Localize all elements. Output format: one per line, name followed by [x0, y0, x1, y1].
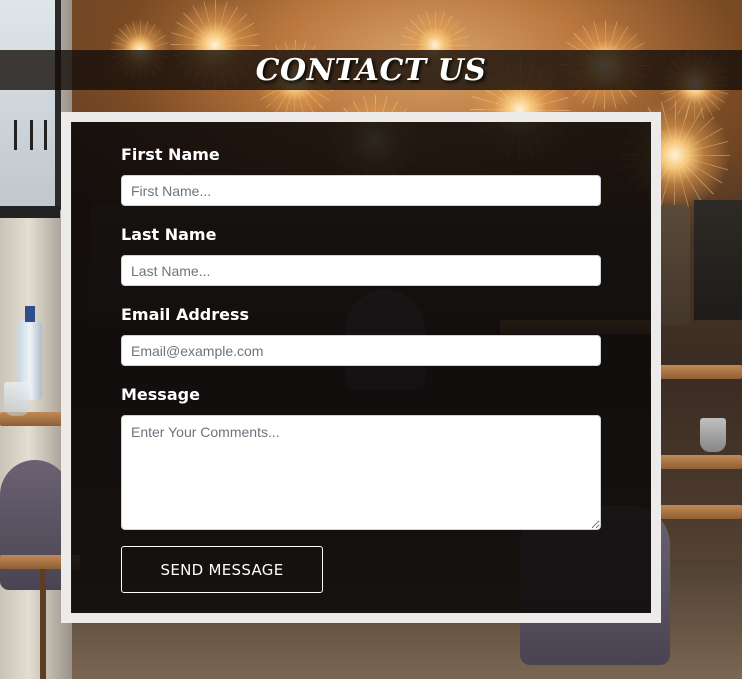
page-title: CONTACT US [255, 52, 487, 88]
last-name-input[interactable] [121, 255, 601, 286]
chair [0, 460, 70, 590]
contact-form: First Name Last Name Email Address Messa… [61, 112, 661, 623]
table-leg [40, 569, 46, 679]
message-textarea[interactable] [121, 415, 601, 530]
wine-glass [4, 382, 30, 416]
email-label: Email Address [121, 305, 250, 324]
wall-shelf [694, 200, 742, 320]
first-name-label: First Name [121, 145, 220, 164]
coat-hook [14, 120, 17, 150]
dining-table [660, 455, 742, 469]
first-name-input[interactable] [121, 175, 601, 206]
wine-glass [700, 418, 726, 452]
last-name-label: Last Name [121, 225, 217, 244]
coat-hook [30, 120, 33, 150]
send-message-button[interactable]: SEND MESSAGE [121, 546, 323, 593]
message-label: Message [121, 385, 200, 404]
title-banner: CONTACT US [0, 50, 742, 90]
dining-table [660, 505, 742, 519]
coat-hook [44, 120, 47, 150]
dining-table [650, 365, 742, 379]
email-input[interactable] [121, 335, 601, 366]
coat-rail [0, 206, 60, 218]
left-window [0, 0, 61, 210]
